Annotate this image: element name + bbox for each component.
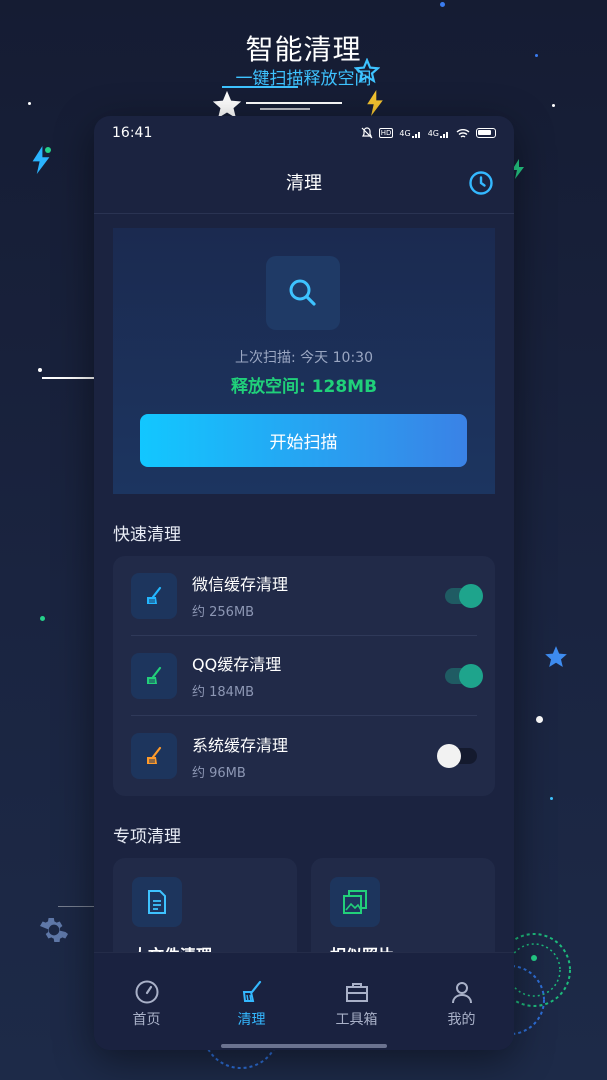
photos-icon xyxy=(330,877,380,927)
decorative-dot xyxy=(536,716,543,723)
freed-space-text: 释放空间: 128MB xyxy=(230,377,378,397)
special-clean-title: 专项清理 xyxy=(113,827,181,847)
qq-cache-toggle[interactable] xyxy=(445,663,483,688)
quick-clean-list: 微信缓存清理 约 256MB QQ缓存清理 约 184MB 系统缓存清理 约 9… xyxy=(113,556,495,796)
network-label: 4G xyxy=(427,128,439,138)
start-scan-button[interactable]: 开始扫描 xyxy=(140,414,467,467)
nav-item-home[interactable]: 首页 xyxy=(94,953,199,1050)
broom-icon xyxy=(131,652,177,699)
clock-icon[interactable] xyxy=(468,170,494,196)
main-content[interactable]: 上次扫描: 今天 10:30 释放空间: 128MB 开始扫描 快速清理 微信缓… xyxy=(94,214,514,952)
item-title: QQ缓存清理 xyxy=(192,655,282,674)
nav-label: 清理 xyxy=(237,1012,266,1028)
user-icon xyxy=(451,982,472,1004)
page-title: 清理 xyxy=(286,172,322,194)
document-icon xyxy=(132,877,182,927)
promo-subtitle: 一键扫描释放空间 xyxy=(235,69,372,89)
decorative-dot xyxy=(535,54,538,57)
decorative-line xyxy=(58,906,94,907)
decorative-line xyxy=(260,108,310,110)
star-icon xyxy=(545,646,567,667)
similar-photos-card[interactable]: 相似照片 xyxy=(311,858,495,952)
search-icon xyxy=(266,256,340,330)
quick-clean-title: 快速清理 xyxy=(113,525,181,545)
status-time: 16:41 xyxy=(112,125,153,141)
card-title: 大文件清理 xyxy=(132,942,212,952)
battery-icon xyxy=(476,128,496,138)
decorative-dot xyxy=(440,2,445,7)
wifi-icon xyxy=(456,128,470,138)
nav-item-toolbox[interactable]: 工具箱 xyxy=(304,953,409,1050)
decorative-dot xyxy=(40,616,45,621)
decorative-line xyxy=(42,377,94,379)
status-icons: HD 4G 4G xyxy=(361,127,496,139)
hd-icon: HD xyxy=(378,128,394,138)
toggle-knob xyxy=(437,744,461,768)
decorative-dot xyxy=(45,147,51,153)
item-size: 约 256MB xyxy=(192,605,255,620)
card-title: 相似照片 xyxy=(330,942,394,952)
list-item[interactable]: 微信缓存清理 约 256MB xyxy=(131,556,483,636)
nav-item-profile[interactable]: 我的 xyxy=(409,953,514,1050)
decorative-dot xyxy=(38,368,42,372)
4g-signal-icon: 4G xyxy=(399,129,421,138)
network-label: 4G xyxy=(399,128,411,138)
decorative-line xyxy=(246,102,342,104)
scan-card: 上次扫描: 今天 10:30 释放空间: 128MB 开始扫描 xyxy=(113,228,495,494)
nav-label: 我的 xyxy=(447,1012,476,1028)
decorative-dot xyxy=(552,104,555,107)
list-item[interactable]: QQ缓存清理 约 184MB xyxy=(131,636,483,716)
decorative-dot xyxy=(550,797,553,800)
app-header: 清理 xyxy=(94,150,514,214)
4g-signal-icon: 4G xyxy=(428,129,450,138)
item-title: 微信缓存清理 xyxy=(192,575,289,594)
broom-icon xyxy=(131,572,177,619)
item-size: 约 96MB xyxy=(192,765,246,781)
system-cache-toggle[interactable] xyxy=(437,744,477,768)
broom-icon xyxy=(131,733,177,779)
bottom-nav: 首页 清理 工具箱 我的 xyxy=(94,952,514,1050)
gear-icon xyxy=(40,918,68,942)
item-title: 系统缓存清理 xyxy=(192,735,289,755)
nav-label: 工具箱 xyxy=(335,1012,378,1028)
toggle-knob xyxy=(459,583,483,608)
mute-icon xyxy=(361,127,373,139)
promo-title: 智能清理 xyxy=(245,33,362,66)
large-file-card[interactable]: 大文件清理 xyxy=(113,858,297,952)
wechat-cache-toggle[interactable] xyxy=(445,583,483,608)
home-indicator[interactable] xyxy=(221,1044,387,1048)
last-scan-text: 上次扫描: 今天 10:30 xyxy=(235,350,373,366)
toolbox-icon xyxy=(345,983,368,1002)
special-clean-grid: 大文件清理 相似照片 xyxy=(113,858,495,952)
lightning-icon xyxy=(367,90,383,116)
phone-screen: 16:41 HD 4G 4G 清理 上次扫描: 今天 10:30 释放空间: 1… xyxy=(94,116,514,1050)
gauge-icon xyxy=(135,980,158,1004)
item-size: 约 184MB xyxy=(192,685,255,700)
toggle-knob xyxy=(459,663,483,688)
status-bar: 16:41 HD 4G 4G xyxy=(94,116,514,150)
nav-label: 首页 xyxy=(132,1012,161,1028)
star-icon xyxy=(354,58,380,84)
list-item[interactable]: 系统缓存清理 约 96MB xyxy=(131,716,477,796)
decorative-dot xyxy=(28,102,31,105)
broom-icon xyxy=(242,980,261,1002)
nav-item-clean[interactable]: 清理 xyxy=(199,953,304,1050)
